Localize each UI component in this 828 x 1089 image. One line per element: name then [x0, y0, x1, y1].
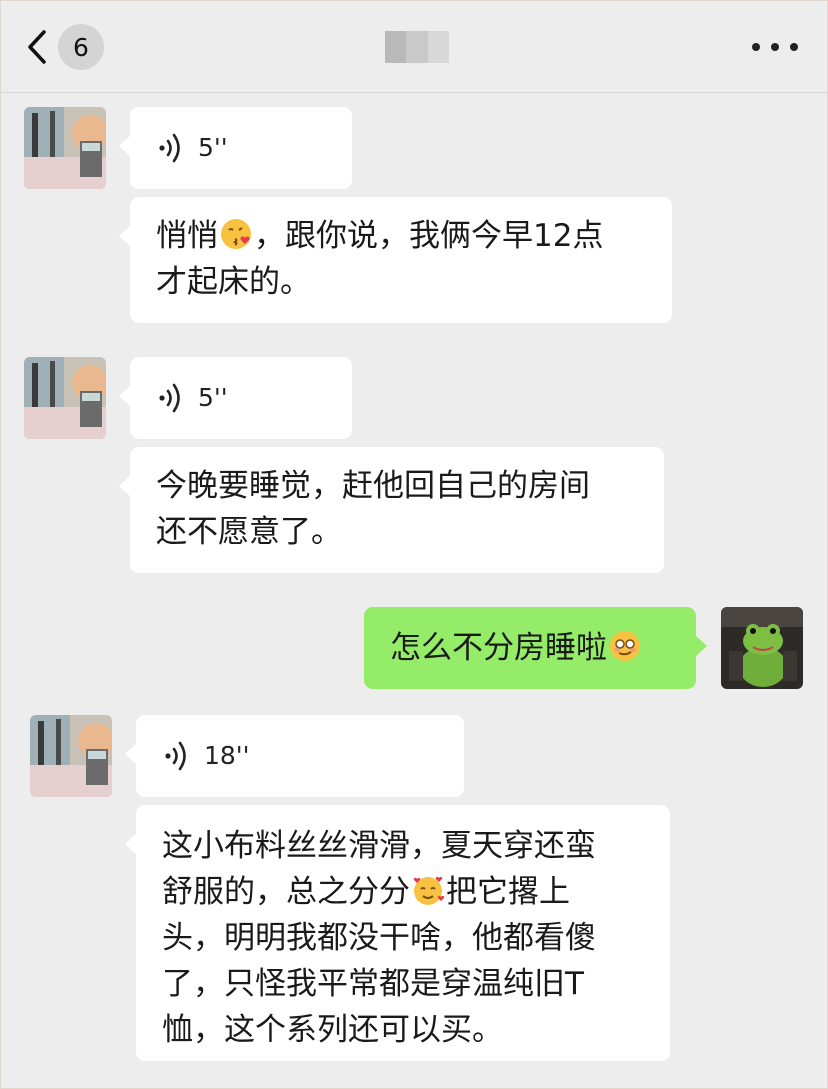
message-text: 了，只怪我平常都是穿温纯旧T	[162, 966, 584, 1002]
message-text: ，跟你说，我俩今早12点	[254, 218, 604, 254]
smirk-emoji-icon	[610, 631, 640, 661]
voice-duration: 5''	[198, 383, 228, 412]
outgoing-text-message[interactable]: 怎么不分房睡啦	[364, 607, 707, 689]
ellipsis-icon	[752, 43, 760, 51]
contact-avatar[interactable]	[24, 107, 106, 189]
text-message[interactable]: 悄悄 ，跟你说，我俩今早12点 才起床的。	[119, 197, 672, 323]
message-text: 怎么不分房睡啦	[390, 630, 607, 666]
voice-duration: 18''	[204, 741, 250, 770]
chat-header: 6	[0, 0, 828, 93]
voice-message[interactable]: 5''	[119, 107, 352, 189]
kissing-heart-emoji-icon	[221, 219, 251, 249]
message-text: 头，明明我都没干啥，他都看傻	[162, 920, 596, 956]
back-button[interactable]: 6	[22, 22, 122, 72]
message-text: 今晚要睡觉，赶他回自己的房间	[156, 468, 590, 504]
message-text: 把它撂上	[446, 874, 570, 910]
voice-duration: 5''	[198, 133, 228, 162]
chat-title-redacted	[385, 31, 449, 63]
unread-count-badge: 6	[58, 24, 104, 70]
message-text: 这小布料丝丝滑滑，夏天穿还蛮	[162, 828, 596, 864]
voice-message[interactable]: 5''	[119, 357, 352, 439]
contact-avatar[interactable]	[30, 715, 112, 797]
chevron-left-icon	[28, 30, 46, 64]
voice-wave-icon	[159, 383, 180, 413]
text-message[interactable]: 今晚要睡觉，赶他回自己的房间 还不愿意了。	[119, 447, 664, 573]
text-message[interactable]: 这小布料丝丝滑滑，夏天穿还蛮 舒服的，总之分分 把它撂上 头，明明我都没干啥，他都…	[125, 805, 670, 1061]
smiling-hearts-emoji-icon	[413, 876, 445, 905]
more-options-button[interactable]	[752, 33, 798, 61]
message-text: 恤，这个系列还可以买。	[162, 1012, 503, 1048]
voice-wave-icon	[165, 741, 186, 771]
message-text: 舒服的，总之分分	[162, 874, 410, 910]
message-text: 还不愿意了。	[156, 514, 342, 550]
message-text: 才起床的。	[156, 264, 311, 300]
my-avatar[interactable]	[721, 607, 803, 689]
message-text: 悄悄	[156, 218, 218, 254]
contact-avatar[interactable]	[24, 357, 106, 439]
voice-wave-icon	[159, 133, 180, 163]
voice-message[interactable]: 18''	[125, 715, 464, 797]
